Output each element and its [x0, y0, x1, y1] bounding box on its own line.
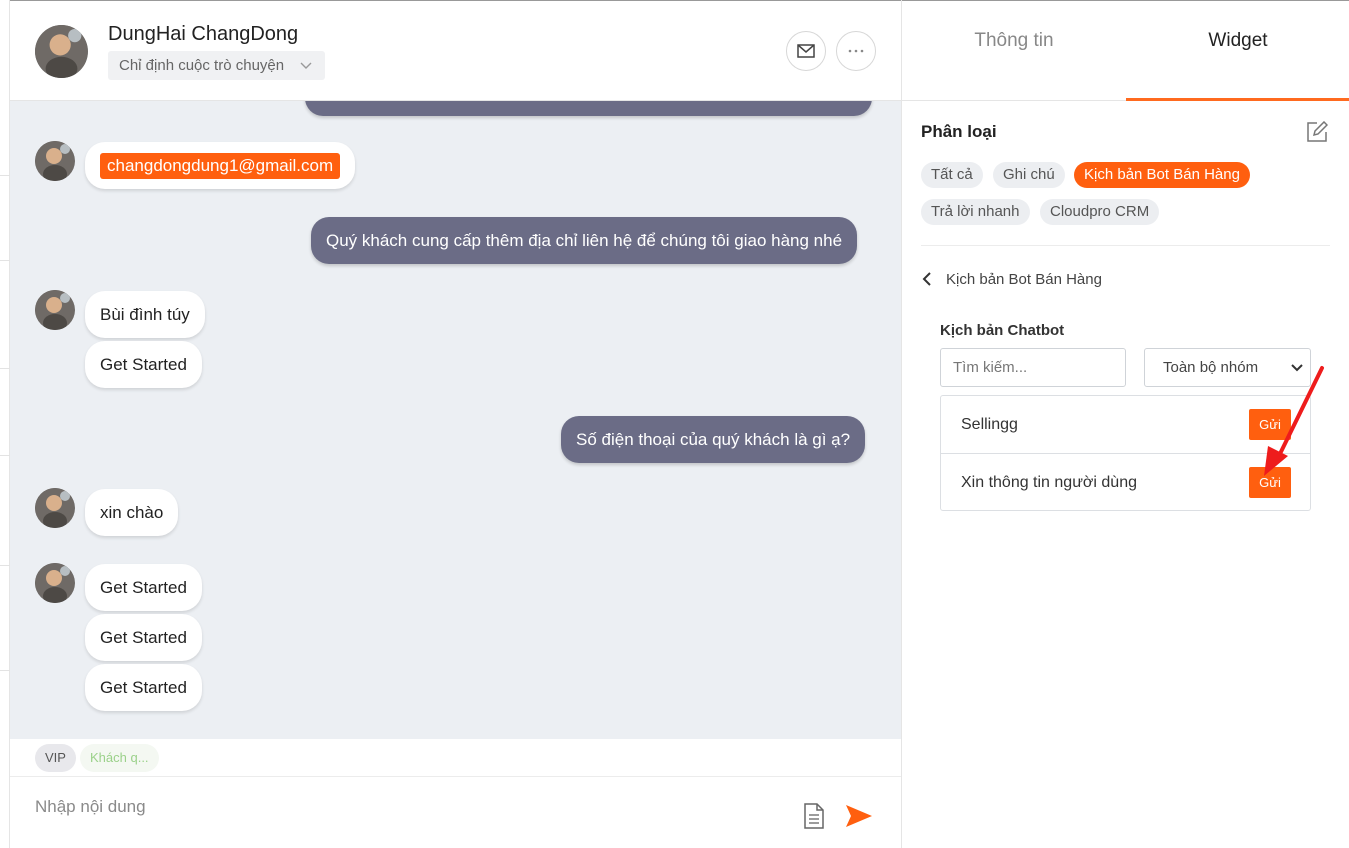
- email-highlight[interactable]: changdongdung1@gmail.com: [100, 153, 341, 179]
- list-divider: [0, 565, 10, 566]
- list-divider: [0, 455, 10, 456]
- list-divider: [0, 368, 10, 369]
- chip-sales-bot-script[interactable]: Kịch bản Bot Bán Hàng: [1074, 162, 1250, 188]
- list-divider: [0, 670, 10, 671]
- contact-tags: VIP Khách q...: [10, 739, 901, 777]
- assign-conversation-dropdown[interactable]: Chỉ định cuộc trò chuyện: [108, 51, 325, 80]
- tag-vip[interactable]: VIP: [35, 744, 76, 772]
- document-icon[interactable]: [803, 803, 825, 829]
- more-options-button[interactable]: [836, 31, 876, 71]
- message-bubble-agent: Số điện thoại của quý khách là gì ạ?: [561, 416, 866, 463]
- mail-icon: [797, 44, 815, 58]
- send-icon[interactable]: [845, 804, 873, 828]
- message-composer: [10, 778, 901, 848]
- sender-avatar: [35, 290, 75, 330]
- script-name: Xin thông tin người dùng: [961, 474, 1137, 491]
- message-bubble-user: xin chào: [85, 489, 179, 536]
- assign-label: Chỉ định cuộc trò chuyện: [119, 57, 285, 74]
- mail-button[interactable]: [786, 31, 826, 71]
- message-bubble-user: changdongdung1@gmail.com: [85, 142, 356, 189]
- message-bubble-user: Get Started: [85, 664, 202, 711]
- sender-avatar: [35, 563, 75, 603]
- more-icon: [848, 49, 864, 53]
- list-item: Xin thông tin người dùng Gửi: [941, 454, 1310, 511]
- list-item: Sellingg Gửi: [941, 396, 1310, 454]
- chip-all[interactable]: Tất cả: [921, 162, 983, 188]
- chip-quick-replies[interactable]: Trả lời nhanh: [921, 199, 1030, 225]
- contact-name: DungHai ChangDong: [108, 23, 299, 45]
- panel-tabs: Thông tin Widget: [902, 0, 1349, 101]
- app-window: DungHai ChangDong Chỉ định cuộc trò chuy…: [0, 0, 1349, 848]
- list-divider: [0, 175, 10, 176]
- message-input[interactable]: [35, 794, 735, 820]
- group-select-value: Toàn bộ nhóm: [1163, 359, 1259, 376]
- chat-panel: DungHai ChangDong Chỉ định cuộc trò chuy…: [10, 0, 902, 848]
- category-title: Phân loại: [921, 122, 997, 141]
- list-divider: [0, 260, 10, 261]
- chat-header: DungHai ChangDong Chỉ định cuộc trò chuy…: [10, 0, 901, 101]
- sender-avatar: [35, 141, 75, 181]
- tag-customer[interactable]: Khách q...: [80, 744, 159, 772]
- message-bubble-user: Bùi đình túy: [85, 291, 205, 338]
- active-tab-indicator: [1126, 98, 1349, 101]
- message-bubble-user: Get Started: [85, 564, 202, 611]
- tab-widget-label: Widget: [1208, 30, 1268, 51]
- tab-widget[interactable]: Widget: [1126, 30, 1349, 101]
- chevron-left-icon: [922, 272, 931, 286]
- back-link[interactable]: Kịch bản Bot Bán Hàng: [921, 268, 1102, 290]
- sender-avatar: [35, 488, 75, 528]
- script-name: Sellingg: [961, 416, 1018, 433]
- script-list: Sellingg Gửi Xin thông tin người dùng Gử…: [940, 395, 1311, 511]
- message-bubble-user: Get Started: [85, 341, 202, 388]
- chatbot-section-title: Kịch bản Chatbot: [940, 322, 1065, 339]
- script-search-input[interactable]: [940, 348, 1126, 387]
- divider: [921, 245, 1330, 246]
- chip-cloudpro-crm[interactable]: Cloudpro CRM: [1040, 199, 1160, 225]
- chip-notes[interactable]: Ghi chú: [993, 162, 1065, 188]
- back-label: Kịch bản Bot Bán Hàng: [946, 270, 1102, 288]
- tab-info-label: Thông tin: [974, 30, 1054, 51]
- tab-info[interactable]: Thông tin: [902, 30, 1126, 101]
- message-bubble-agent: [305, 101, 872, 116]
- message-bubble-agent: Quý khách cung cấp thêm địa chỉ liên hệ …: [311, 217, 858, 264]
- chevron-down-icon: [300, 62, 312, 69]
- message-list[interactable]: changdongdung1@gmail.com Quý khách cung …: [10, 101, 901, 739]
- edit-icon[interactable]: [1306, 121, 1328, 143]
- message-bubble-user: Get Started: [85, 614, 202, 661]
- annotation-arrow: [1264, 366, 1324, 476]
- contact-avatar[interactable]: [35, 25, 88, 78]
- conversation-list-edge: [0, 0, 10, 848]
